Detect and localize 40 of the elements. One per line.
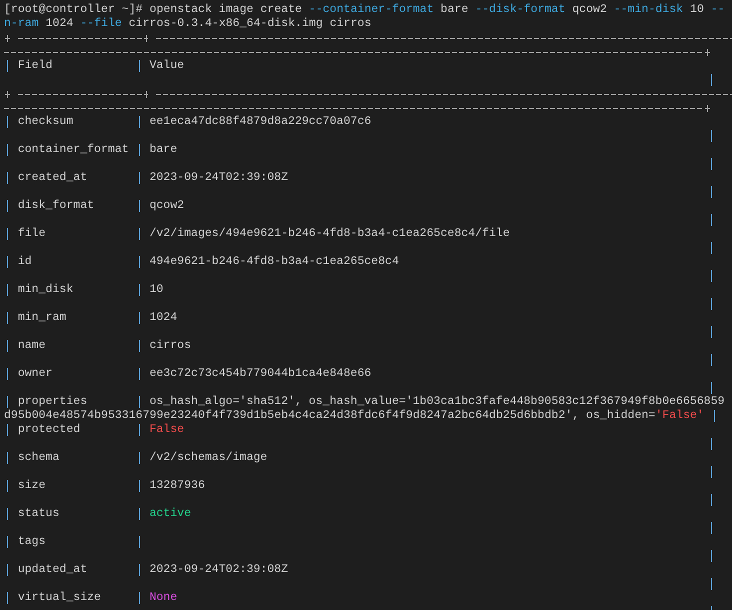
field-value: cirros — [149, 339, 192, 353]
field-value: bare — [149, 143, 178, 157]
field-value: 13287936 — [149, 479, 205, 493]
field-value: None — [149, 591, 178, 605]
field-name: disk_format — [18, 199, 94, 212]
field-name: min_ram — [18, 311, 66, 324]
field-value: os_hash_algo='sha512', os_hash_value='1b03ca1bc3fafe448b90583c12f367949f8b0e6656859 — [149, 395, 725, 409]
column-header: Field — [18, 59, 52, 72]
field-name: properties — [18, 395, 88, 408]
field-name: name — [18, 339, 46, 352]
field-value: qcow2 — [149, 199, 184, 213]
field-value: 1024 — [149, 311, 178, 325]
field-value: 2023-09-24T02:39:08Z — [149, 171, 288, 185]
field-value: 494e9621-b246-4fd8-b3a4-c1ea265ce8c4 — [149, 255, 399, 269]
field-value: ee3c72c73c454b779044b1ca4e848e66 — [149, 367, 372, 381]
field-value: ee1eca47dc88f4879d8a229cc70a07c6 — [149, 115, 372, 129]
field-name: status — [18, 507, 60, 520]
field-name: owner — [18, 367, 52, 380]
field-value: 2023-09-24T02:39:08Z — [149, 563, 288, 577]
field-name: protected — [18, 423, 80, 436]
field-name: size — [18, 479, 46, 492]
field-name: created_at — [18, 171, 88, 184]
command-line: [root@controller ~]# openstack image create --container-format bare --disk-format qcow2 --min-disk 10 -- — [4, 3, 725, 17]
field-name: container_format — [18, 143, 129, 156]
field-name: virtual_size — [18, 591, 101, 604]
field-name: file — [18, 227, 46, 240]
field-value: active — [149, 507, 192, 521]
field-name: checksum — [18, 115, 74, 128]
field-name: id — [18, 255, 32, 268]
field-value: d95b004e48574b953316799e23240f4f739d1b5eb4c4ca24d38fdc6f4f9d8247a2bc64db25d6bbdb2', os_hidden='False' — [4, 409, 704, 423]
column-header: Value — [149, 59, 184, 73]
command-line: n-ram 1024 --file cirros-0.3.4-x86_64-disk.img cirros — [4, 17, 372, 31]
field-name: schema — [18, 451, 60, 464]
field-name: updated_at — [18, 563, 88, 576]
field-name: tags — [18, 535, 46, 548]
field-value: 10 — [149, 283, 164, 297]
field-value: /v2/schemas/image — [149, 451, 268, 465]
field-name: min_disk — [18, 283, 74, 296]
field-value: /v2/images/494e9621-b246-4fd8-b3a4-c1ea265ce8c4/file — [149, 227, 510, 241]
field-value: False — [149, 423, 184, 437]
